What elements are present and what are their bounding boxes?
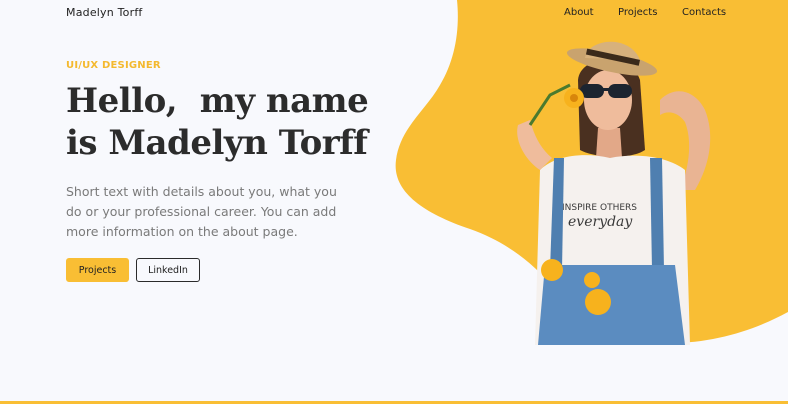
- hero-headline: Hello, my name is Madelyn Torff: [66, 80, 386, 164]
- portrait-photo: INSPIRE OTHERS everyday: [517, 41, 711, 345]
- linkedin-button[interactable]: LinkedIn: [136, 258, 200, 282]
- hero-bio-text: Short text with details about you, what …: [66, 184, 337, 239]
- headline-line-2: is Madelyn Torff: [66, 123, 368, 163]
- shirt-text-bottom: everyday: [568, 214, 633, 230]
- shirt-text-top: INSPIRE OTHERS: [562, 203, 637, 213]
- nav-link-about[interactable]: About: [564, 7, 594, 18]
- nav-link-projects[interactable]: Projects: [618, 7, 657, 18]
- nav-link-contacts[interactable]: Contacts: [682, 7, 726, 18]
- projects-button[interactable]: Projects: [66, 258, 129, 282]
- headline-line-1: Hello, my name: [66, 81, 369, 121]
- top-navigation: About Projects Contacts: [0, 7, 788, 21]
- role-tagline: UI/UX DESIGNER: [66, 60, 161, 71]
